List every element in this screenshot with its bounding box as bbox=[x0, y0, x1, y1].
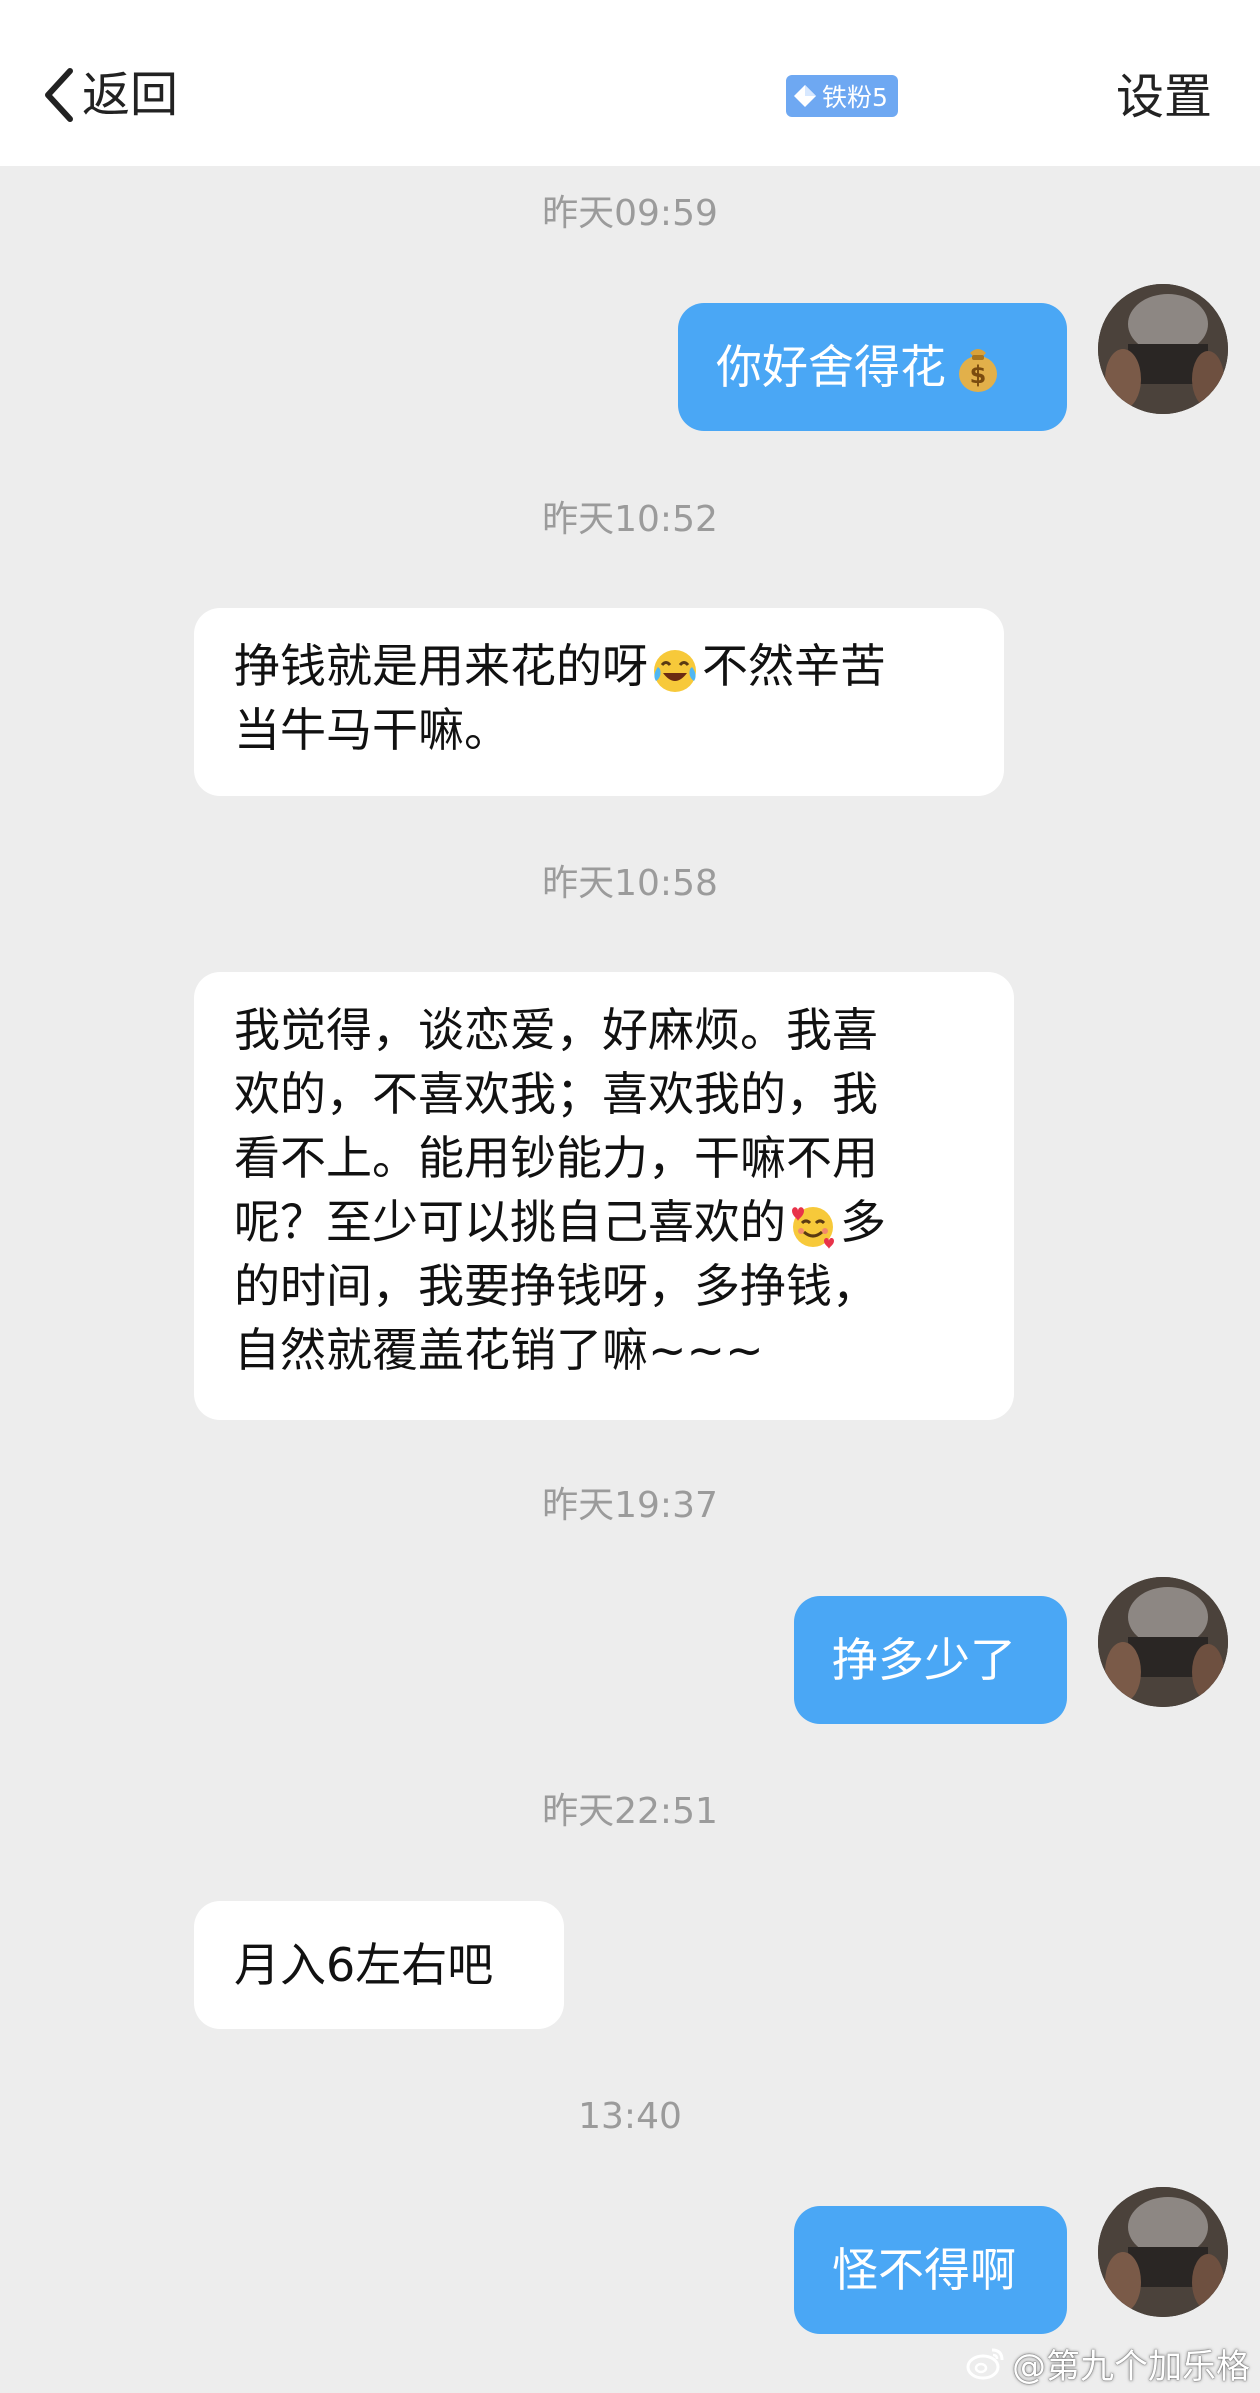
message-text: 怪不得啊 bbox=[832, 2243, 1016, 2297]
message-line: 月入6左右吧 bbox=[234, 1938, 494, 1992]
fan-level-badge: 铁粉5 bbox=[786, 75, 898, 117]
message-line: 当牛马干嘛。 bbox=[234, 703, 510, 757]
money-bag-emoji: $ bbox=[959, 349, 997, 392]
timestamp: 昨天09:59 bbox=[542, 193, 718, 234]
message-text: 你好舍得花 bbox=[716, 340, 946, 394]
tears-of-joy-emoji bbox=[654, 649, 696, 692]
timestamp: 昨天10:52 bbox=[542, 499, 718, 540]
top-bar: 返回 铁粉5 设置 bbox=[0, 0, 1260, 166]
user-photo-icon bbox=[1098, 1577, 1228, 1707]
message-line: 呢？至少可以挑自己喜欢的 多 bbox=[234, 1195, 886, 1249]
avatar[interactable] bbox=[1098, 284, 1228, 414]
message-line: 的时间，我要挣钱呀，多挣钱， bbox=[234, 1259, 878, 1313]
timestamp: 昨天10:58 bbox=[542, 863, 718, 904]
avatar[interactable] bbox=[1098, 2187, 1228, 2317]
message-line: 欢的，不喜欢我；喜欢我的，我 bbox=[234, 1067, 878, 1121]
settings-button[interactable]: 设置 bbox=[1116, 62, 1212, 132]
user-photo-icon bbox=[1098, 284, 1228, 414]
message-line: 看不上。能用钞能力，干嘛不用 bbox=[234, 1131, 878, 1185]
outgoing-message-bubble[interactable]: 怪不得啊 bbox=[794, 2206, 1067, 2334]
incoming-message-bubble[interactable]: 我觉得，谈恋爱，好麻烦。我喜 欢的，不喜欢我；喜欢我的，我 看不上。能用钞能力，… bbox=[194, 972, 1014, 1420]
diamond-icon bbox=[794, 85, 816, 107]
incoming-message-bubble[interactable]: 挣钱就是用来花的呀 不然辛苦 当牛马干嘛。 bbox=[194, 608, 1004, 796]
chevron-left-icon bbox=[45, 68, 73, 122]
watermark-text: @第九个加乐格 bbox=[1012, 2346, 1250, 2387]
weibo-icon bbox=[966, 2348, 1004, 2380]
message-line: 自然就覆盖花销了嘛~~~ bbox=[234, 1323, 764, 1377]
badge-label: 铁粉5 bbox=[822, 83, 888, 112]
user-photo-icon bbox=[1098, 2187, 1228, 2317]
smiling-face-with-hearts-emoji bbox=[792, 1206, 834, 1249]
back-label: 返回 bbox=[82, 67, 179, 123]
message-text: 挣多少了 bbox=[832, 1633, 1016, 1687]
avatar[interactable] bbox=[1098, 1577, 1228, 1707]
timestamp: 昨天22:51 bbox=[542, 1791, 718, 1832]
message-line: 挣钱就是用来花的呀 不然辛苦 bbox=[234, 639, 886, 693]
timestamp: 昨天19:37 bbox=[542, 1485, 718, 1526]
message-line: 我觉得，谈恋爱，好麻烦。我喜 bbox=[234, 1003, 878, 1057]
timestamp: 13:40 bbox=[578, 2096, 682, 2137]
svg-text:$: $ bbox=[970, 361, 987, 389]
outgoing-message-bubble[interactable]: 挣多少了 bbox=[794, 1596, 1067, 1724]
incoming-message-bubble[interactable]: 月入6左右吧 bbox=[194, 1901, 564, 2029]
back-button[interactable]: 返回 bbox=[40, 60, 178, 130]
outgoing-message-bubble[interactable]: 你好舍得花 $ bbox=[678, 303, 1067, 431]
watermark: @第九个加乐格 bbox=[966, 2333, 1250, 2393]
